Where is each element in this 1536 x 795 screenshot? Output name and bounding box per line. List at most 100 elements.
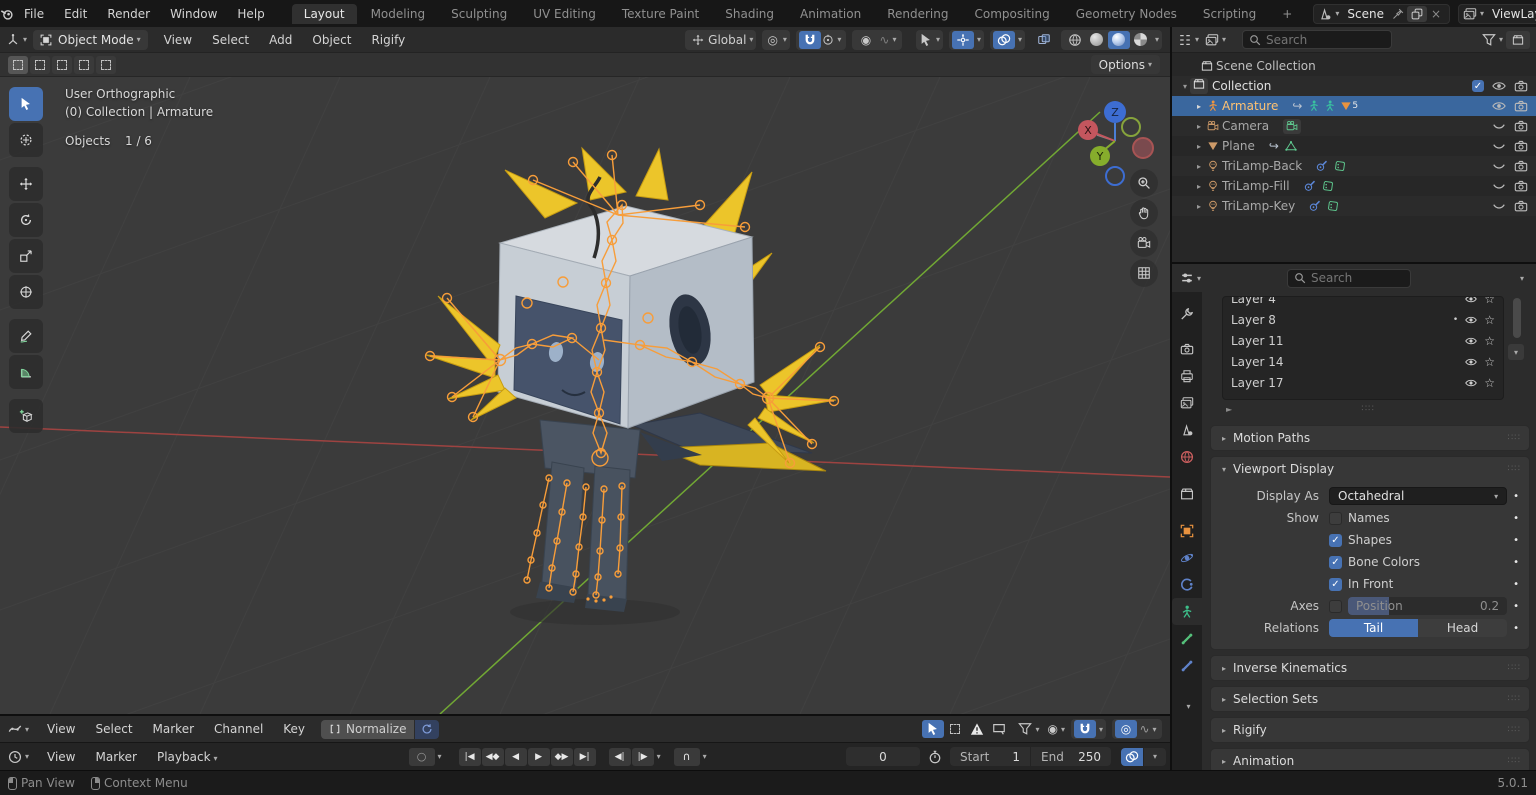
tab-rendering[interactable]: Rendering: [875, 4, 960, 24]
hide-viewport-icon[interactable]: [1492, 119, 1506, 133]
layer-visibility-icon[interactable]: [1465, 356, 1477, 368]
blender-logo[interactable]: [0, 7, 14, 21]
tab-world[interactable]: [1172, 443, 1202, 470]
new-scene-button[interactable]: [1407, 6, 1427, 22]
tab-animation[interactable]: Animation: [788, 4, 873, 24]
panel-inverse-kinematics[interactable]: ▸Inverse Kinematics∷∷: [1210, 655, 1530, 681]
panel-animation[interactable]: ▸Animation∷∷: [1210, 748, 1530, 772]
graph-snap-dropdown[interactable]: ▾: [1099, 725, 1103, 734]
shading-solid-button[interactable]: [1086, 31, 1108, 49]
tab-scripting[interactable]: Scripting: [1191, 4, 1268, 24]
outliner-search[interactable]: [1242, 30, 1392, 49]
tab-collection[interactable]: [1172, 480, 1202, 507]
tool-transform[interactable]: [9, 275, 43, 309]
layer-visibility-icon[interactable]: [1465, 314, 1477, 326]
expand-icon[interactable]: ▸: [1194, 182, 1204, 191]
graph-snap-toggle[interactable]: [1074, 720, 1096, 738]
row-camera[interactable]: ▸ Camera: [1172, 116, 1536, 136]
tool-measure[interactable]: [9, 355, 43, 389]
normalize-button[interactable]: Normalize: [321, 720, 414, 739]
tool-select-box[interactable]: [9, 87, 43, 121]
new-collection-button[interactable]: [1506, 31, 1530, 49]
names-checkbox[interactable]: [1329, 512, 1342, 525]
list-dropdown-button[interactable]: ▾: [1508, 344, 1524, 360]
prev-frame-button[interactable]: ◀|: [609, 748, 631, 766]
tab-bone-constraints[interactable]: [1172, 652, 1202, 679]
tab-modeling[interactable]: Modeling: [359, 4, 438, 24]
viewlayer-name[interactable]: ViewLayer: [1484, 7, 1536, 21]
hide-viewport-icon[interactable]: [1492, 79, 1506, 93]
viewport-menu-add[interactable]: Add: [259, 33, 302, 47]
list-expand-icon[interactable]: ►: [1226, 405, 1232, 414]
tool-cursor[interactable]: [9, 123, 43, 157]
orthographic-toggle-button[interactable]: [1130, 259, 1158, 287]
tab-view-layer[interactable]: [1172, 389, 1202, 416]
shapes-checkbox[interactable]: ✓: [1329, 534, 1342, 547]
shading-material-preview-button[interactable]: [1108, 31, 1130, 49]
tab-bone[interactable]: [1172, 625, 1202, 652]
select-mode-invert-button[interactable]: [74, 56, 94, 74]
jump-to-end-button[interactable]: ▶|: [574, 748, 596, 766]
layer-solo-icon[interactable]: ☆: [1484, 334, 1495, 348]
playback-sync-toggle[interactable]: [1121, 748, 1143, 766]
animate-dot[interactable]: •: [1507, 491, 1519, 502]
playback-sync-dropdown[interactable]: ▾: [1144, 748, 1166, 766]
graph-only-selected-toggle[interactable]: [944, 720, 966, 738]
disable-render-icon[interactable]: [1514, 119, 1528, 133]
list-item[interactable]: Layer 4 ☆: [1223, 297, 1503, 309]
graph-menu-channel[interactable]: Channel: [204, 722, 273, 736]
list-item[interactable]: Layer 14 ☆: [1223, 351, 1503, 372]
list-resize-grip[interactable]: ∷∷: [1361, 404, 1374, 414]
tool-rotate[interactable]: [9, 203, 43, 237]
list-item[interactable]: Layer 8 •☆: [1223, 309, 1503, 330]
normalize-auto-button[interactable]: [415, 720, 439, 739]
viewport-3d[interactable]: User Orthographic (0) Collection | Armat…: [0, 77, 1170, 714]
hide-viewport-icon[interactable]: [1492, 139, 1506, 153]
frame-end-field[interactable]: End250: [1031, 747, 1111, 766]
use-preview-range-icon[interactable]: [928, 750, 942, 764]
animate-dot[interactable]: •: [1507, 601, 1519, 612]
tab-output[interactable]: [1172, 362, 1202, 389]
pin-icon[interactable]: [1392, 8, 1404, 20]
expand-icon[interactable]: ▸: [1194, 142, 1204, 151]
tab-tool[interactable]: [1172, 300, 1202, 327]
proportional-falloff-dropdown[interactable]: ∿▾: [877, 31, 899, 49]
outliner-display-mode[interactable]: ▾: [1205, 33, 1226, 47]
editor-type-properties[interactable]: ▾: [1180, 271, 1201, 285]
select-mode-extend-button[interactable]: [30, 56, 50, 74]
select-mode-intersect-button[interactable]: [96, 56, 116, 74]
outliner-search-input[interactable]: [1266, 33, 1385, 47]
panel-rigify[interactable]: ▸Rigify∷∷: [1210, 717, 1530, 743]
select-mode-subtract-button[interactable]: [52, 56, 72, 74]
tab-object-constraints[interactable]: [1172, 571, 1202, 598]
expand-icon[interactable]: ▸: [1194, 162, 1204, 171]
layer-visibility-icon[interactable]: [1465, 296, 1477, 305]
timeline-menu-playback[interactable]: Playback▾: [147, 750, 228, 764]
panel-motion-paths[interactable]: ▸Motion Paths∷∷: [1210, 425, 1530, 451]
bone-collections-list[interactable]: Layer 4 ☆ Layer 8 •☆ Layer 11 ☆ Layer 14…: [1222, 296, 1504, 400]
scene-icon[interactable]: ▾: [1318, 7, 1339, 21]
frame-start-field[interactable]: Start1: [950, 747, 1030, 766]
layer-solo-icon[interactable]: ☆: [1484, 355, 1495, 369]
tab-object[interactable]: [1172, 517, 1202, 544]
play-button[interactable]: ▶: [528, 748, 550, 766]
animate-dot[interactable]: •: [1507, 623, 1519, 634]
proportional-editing-toggle[interactable]: ◉: [855, 31, 877, 49]
editor-type-graph[interactable]: ▾: [8, 722, 29, 736]
row-plane[interactable]: ▸ Plane ↪: [1172, 136, 1536, 156]
play-reverse-button[interactable]: ◀: [505, 748, 527, 766]
row-trilamp-fill[interactable]: ▸ TriLamp-Fill: [1172, 176, 1536, 196]
editor-type-outliner[interactable]: ▾: [1178, 33, 1199, 47]
unlink-scene-icon[interactable]: ×: [1427, 7, 1445, 21]
panel-grip[interactable]: ∷∷: [1508, 464, 1521, 474]
pan-hand-button[interactable]: [1130, 199, 1158, 227]
properties-options-dropdown[interactable]: ▾: [1520, 274, 1524, 283]
menu-help[interactable]: Help: [227, 7, 274, 21]
timeline-menu-view[interactable]: View: [37, 750, 85, 764]
prev-keyframe-button[interactable]: ◀◆: [482, 748, 504, 766]
tool-scale[interactable]: [9, 239, 43, 273]
pivot-point-dropdown[interactable]: ◎▾: [762, 30, 790, 50]
disable-render-icon[interactable]: [1514, 79, 1528, 93]
tab-texture-paint[interactable]: Texture Paint: [610, 4, 711, 24]
tool-annotate[interactable]: [9, 319, 43, 353]
